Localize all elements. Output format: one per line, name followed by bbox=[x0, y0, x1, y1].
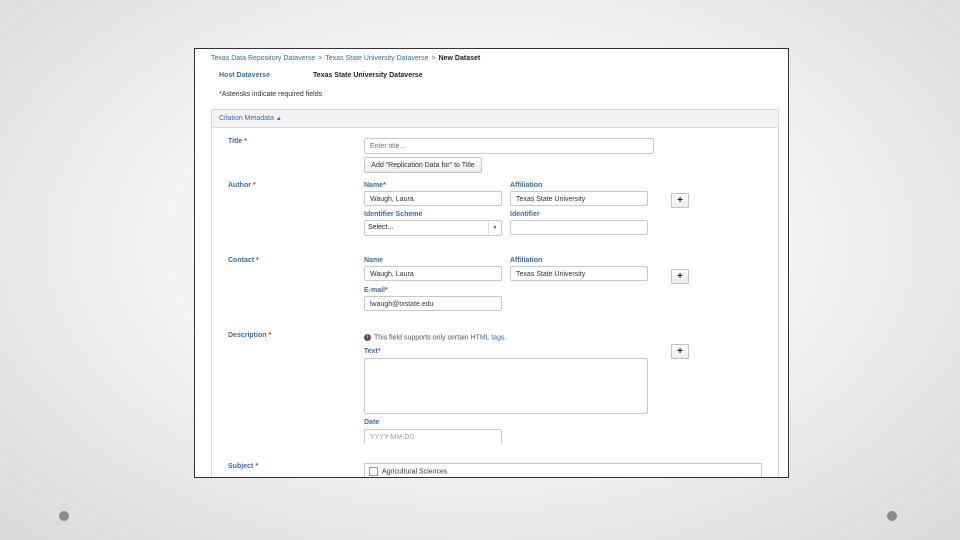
dataset-form-screenshot: Texas Data Repository Dataverse > Texas St… bbox=[194, 48, 789, 478]
description-textarea[interactable] bbox=[364, 358, 648, 414]
info-icon: i bbox=[364, 334, 371, 341]
section-title: Citation Metadata bbox=[219, 115, 274, 122]
author-affiliation-input[interactable]: Texas State University bbox=[510, 191, 648, 206]
html-tags-note: i This field supports only certain HTML t… bbox=[364, 334, 506, 341]
html-tags-link[interactable]: HTML tags bbox=[471, 334, 505, 341]
contact-email-input[interactable]: lwaugh@txstate.edu bbox=[364, 296, 502, 311]
host-dataverse-value: Texas State University Dataverse bbox=[313, 72, 423, 79]
add-description-button[interactable]: + bbox=[671, 344, 689, 359]
author-label: Author * bbox=[228, 182, 256, 189]
subject-list: Agricultural Sciences bbox=[364, 463, 762, 477]
breadcrumb: Texas Data Repository Dataverse > Texas St… bbox=[211, 55, 480, 62]
chevron-down-icon: ▼ bbox=[488, 221, 501, 235]
breadcrumb-current: New Dataset bbox=[438, 55, 481, 62]
title-input[interactable] bbox=[364, 138, 654, 154]
breadcrumb-item-university[interactable]: Texas State University Dataverse bbox=[325, 55, 428, 62]
author-affiliation-label: Affiliation bbox=[510, 182, 543, 189]
description-text-label: Text* bbox=[364, 348, 381, 355]
description-date-label: Date bbox=[364, 419, 380, 426]
breadcrumb-item-repository[interactable]: Texas Data Repository Dataverse bbox=[211, 55, 315, 62]
description-label: Description * bbox=[228, 332, 272, 339]
contact-email-label: E-mail* bbox=[364, 287, 388, 294]
required-fields-note: *Asterisks indicate required fields bbox=[219, 91, 323, 98]
identifier-scheme-select[interactable]: Select... ▼ bbox=[364, 220, 502, 236]
subject-option-label: Agricultural Sciences bbox=[382, 468, 448, 476]
description-date-input[interactable]: YYYY-MM-DD bbox=[364, 429, 502, 444]
subject-option[interactable]: Agricultural Sciences bbox=[365, 467, 761, 476]
author-name-label: Name* bbox=[364, 182, 386, 189]
citation-metadata-header[interactable]: Citation Metadata ▲ bbox=[212, 110, 778, 128]
add-replication-data-button[interactable]: Add "Replication Data for" to Title bbox=[364, 157, 482, 173]
identifier-input[interactable] bbox=[510, 220, 648, 235]
add-contact-button[interactable]: + bbox=[671, 269, 689, 284]
caret-up-icon: ▲ bbox=[275, 116, 282, 122]
contact-label: Contact * bbox=[228, 257, 259, 264]
host-dataverse-label: Host Dataverse bbox=[219, 72, 270, 79]
add-author-button[interactable]: + bbox=[671, 193, 689, 208]
identifier-scheme-label: Identifier Scheme bbox=[364, 211, 423, 218]
identifier-label: Identifier bbox=[510, 211, 540, 218]
slide-dot-right bbox=[887, 511, 897, 521]
author-name-input[interactable]: Waugh, Laura bbox=[364, 191, 502, 206]
checkbox[interactable] bbox=[369, 467, 378, 476]
contact-affiliation-input[interactable]: Texas State University bbox=[510, 266, 648, 281]
breadcrumb-separator: > bbox=[318, 55, 323, 62]
slide-dot-left bbox=[59, 511, 69, 521]
contact-name-input[interactable]: Waugh, Laura bbox=[364, 266, 502, 281]
contact-affiliation-label: Affiliation bbox=[510, 257, 543, 264]
title-label: Title * bbox=[228, 138, 247, 145]
breadcrumb-separator: > bbox=[431, 55, 436, 62]
citation-metadata-section: Citation Metadata ▲ Title * Add "Replica… bbox=[211, 109, 779, 477]
contact-name-label: Name bbox=[364, 257, 384, 264]
subject-label: Subject * bbox=[228, 463, 258, 470]
